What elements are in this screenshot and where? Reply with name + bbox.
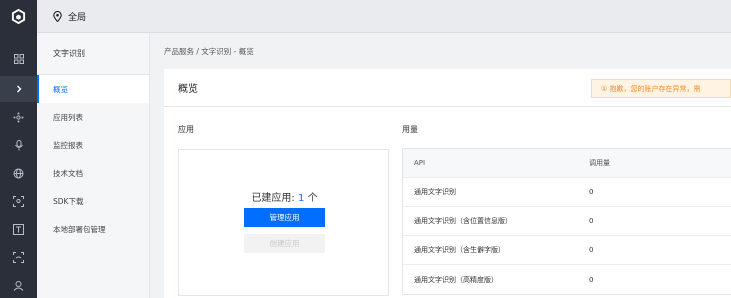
globe-icon[interactable] [0, 160, 37, 186]
menu-item-docs[interactable]: 技术文档 [37, 159, 149, 187]
call-count: 0 [589, 217, 594, 225]
manage-apps-button[interactable]: 管理应用 [244, 208, 325, 227]
text-box-icon[interactable] [0, 216, 37, 242]
menu-item-monitoring[interactable]: 监控报表 [37, 131, 149, 159]
menu-item-overview[interactable]: 概览 [37, 75, 149, 103]
menu-item-sdk-download[interactable]: SDK下载 [37, 187, 149, 215]
network-icon[interactable] [0, 104, 37, 130]
secondary-menu: 文字识别 概览 应用列表 监控报表 技术文档 SDK下载 本地部署包管理 [37, 33, 150, 298]
scan-icon[interactable] [0, 244, 37, 270]
user-scan-icon[interactable] [0, 272, 37, 298]
table-row: 通用文字识别 0 [403, 178, 731, 207]
app-count-suffix: 个 [307, 193, 318, 204]
usage-table: API 调用量 通用文字识别 0 通用文字识别（含位置信息版） 0 通用文字识别… [402, 148, 731, 295]
microphone-icon[interactable] [0, 132, 37, 158]
breadcrumb: 产品服务 / 文字识别 - 概览 [164, 46, 254, 56]
column-header-api: API [414, 159, 426, 167]
grid-icon[interactable] [0, 46, 37, 72]
region-label: 全局 [68, 13, 87, 23]
menu-item-app-list[interactable]: 应用列表 [37, 103, 149, 131]
menu-title: 文字识别 [37, 33, 149, 75]
table-header: API 调用量 [403, 149, 731, 178]
top-bar: 全局 [37, 0, 731, 33]
api-name: 通用文字识别（高精度版） [414, 275, 498, 284]
region-selector[interactable]: 全局 [53, 10, 86, 23]
location-pin-icon [53, 11, 62, 22]
app-count-prefix: 已建应用: [251, 193, 295, 204]
app-summary-box: 已建应用: 1 个 管理应用 创建应用 [178, 149, 389, 296]
logo-icon[interactable] [0, 0, 37, 33]
call-count: 0 [589, 188, 594, 196]
usage-section-title: 用量 [402, 125, 418, 134]
app-count: 已建应用: 1 个 [179, 189, 390, 204]
face-scan-icon[interactable] [0, 188, 37, 214]
icon-rail [0, 0, 37, 298]
column-header-calls: 调用量 [589, 159, 610, 167]
chevron-right-icon[interactable] [0, 76, 37, 102]
account-alert[interactable]: ① 抱歉，您的账户存在异常，需 [591, 79, 731, 98]
overview-card: 概览 ① 抱歉，您的账户存在异常，需 应用 用量 已建应用: 1 个 管理应用 … [164, 69, 731, 298]
table-row: 通用文字识别（含生僻字版） 0 [403, 236, 731, 265]
api-name: 通用文字识别（含生僻字版） [414, 246, 505, 254]
api-name: 通用文字识别（含位置信息版） [414, 217, 512, 225]
table-row: 通用文字识别（高精度版） 0 [403, 265, 731, 294]
app-count-value: 1 [298, 193, 305, 204]
app-section-title: 应用 [178, 125, 194, 134]
call-count: 0 [589, 275, 594, 284]
create-app-button[interactable]: 创建应用 [244, 234, 325, 253]
table-row: 通用文字识别（含位置信息版） 0 [403, 207, 731, 236]
call-count: 0 [589, 246, 594, 254]
api-name: 通用文字识别 [414, 188, 456, 196]
menu-item-local-deploy[interactable]: 本地部署包管理 [37, 215, 149, 243]
